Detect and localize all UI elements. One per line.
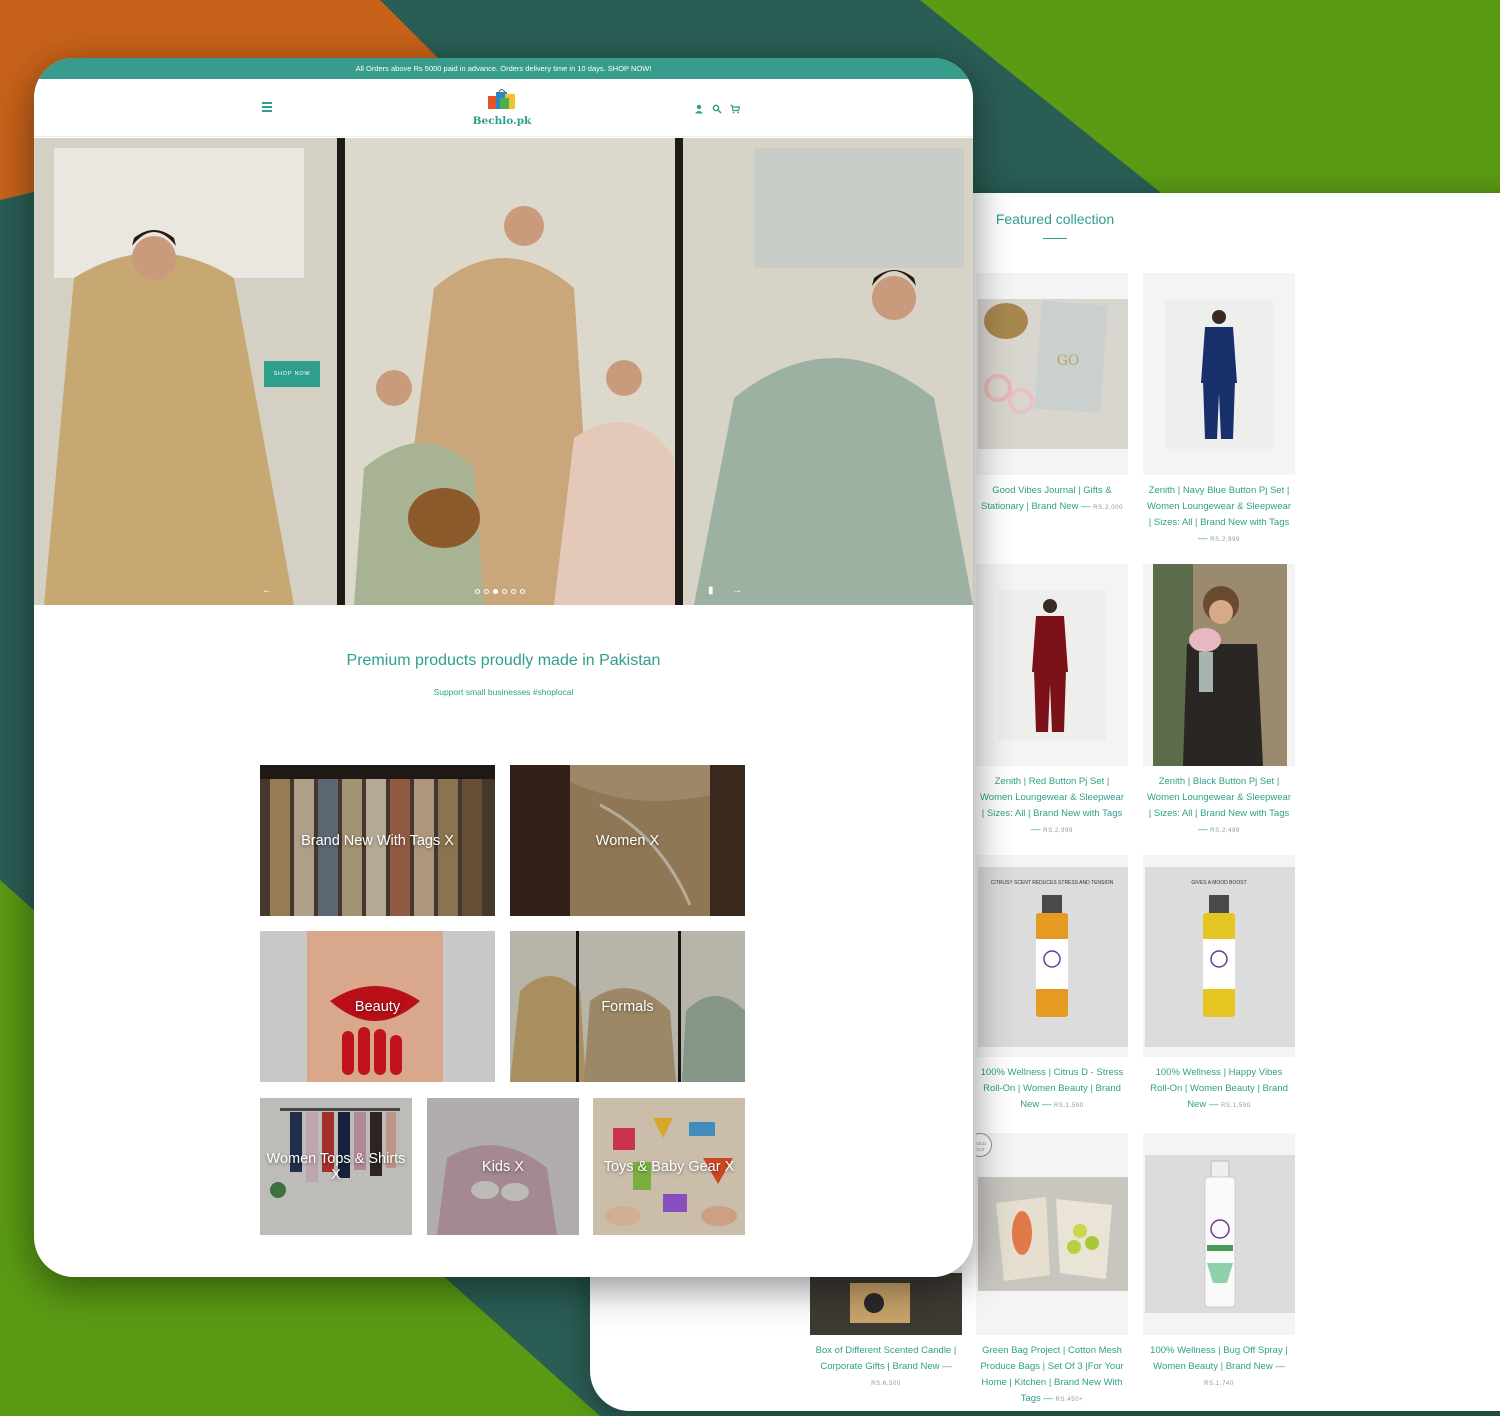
slide-dot[interactable]	[520, 589, 525, 594]
collection-tile[interactable]: Women Tops & Shirts X	[260, 1098, 412, 1235]
collection-label[interactable]: Formals	[510, 931, 745, 1082]
slide-dot[interactable]	[511, 589, 516, 594]
product-price: RS.6,500	[871, 1381, 901, 1387]
product-card[interactable]: Zenith | Navy Blue Button Pj Set | Women…	[1143, 273, 1295, 548]
product-image[interactable]: SOLD OUT	[976, 1133, 1128, 1335]
announcement-bar[interactable]: All Orders above Rs 5000 paid in advance…	[34, 58, 973, 79]
product-card[interactable]: CITRUSY SCENT REDUCES STRESS AND TENSION…	[976, 855, 1128, 1114]
product-title[interactable]: 100% Wellness | Happy Vibes Roll-On | Wo…	[1150, 1067, 1288, 1110]
product-card[interactable]: Zenith | Red Button Pj Set | Women Loung…	[976, 564, 1128, 839]
collection-label[interactable]: Toys & Baby Gear X	[593, 1098, 745, 1235]
collection-label[interactable]: Beauty	[260, 931, 495, 1082]
collection-label[interactable]: Brand New With Tags X	[260, 765, 495, 916]
collection-tile[interactable]: Beauty	[260, 931, 495, 1082]
product-price: RS.1,590	[1220, 1103, 1251, 1109]
product-image[interactable]	[976, 564, 1128, 766]
collection-tile[interactable]: Kids X	[427, 1098, 579, 1235]
product-title[interactable]: Zenith | Black Button Pj Set | Women Lou…	[1147, 776, 1291, 819]
product-image[interactable]: GO	[976, 273, 1128, 475]
header-icons	[694, 101, 741, 114]
collection-tile[interactable]: Brand New With Tags X	[260, 765, 495, 916]
shopping-bags-icon	[488, 89, 515, 109]
product-title[interactable]: 100% Wellness | Citrus D - Stress Roll-O…	[981, 1067, 1124, 1110]
collection-label[interactable]: Kids X	[427, 1098, 579, 1235]
product-price: RS.1,740	[1204, 1381, 1234, 1387]
slide-dot[interactable]	[502, 589, 507, 594]
pause-icon[interactable]: ▮	[708, 585, 714, 596]
collection-label[interactable]: Women Tops & Shirts X	[260, 1098, 412, 1235]
cart-icon[interactable]	[730, 101, 741, 114]
next-slide-arrow-icon[interactable]: →	[732, 585, 742, 596]
site-header: Bechlo.pk	[34, 79, 973, 137]
product-title[interactable]: Zenith | Navy Blue Button Pj Set | Women…	[1147, 485, 1291, 528]
tagline-heading: Premium products proudly made in Pakista…	[346, 652, 661, 669]
product-image[interactable]	[1143, 273, 1295, 475]
brand-name: Bechlo.pk	[472, 115, 532, 127]
product-card[interactable]: SOLD OUT Green Bag Project | Cotton Mesh…	[976, 1133, 1128, 1408]
product-image[interactable]	[1143, 564, 1295, 766]
collection-tile[interactable]: Toys & Baby Gear X	[593, 1098, 745, 1235]
search-icon[interactable]	[712, 101, 722, 114]
slide-dots	[475, 589, 525, 594]
hero-slideshow[interactable]: SHOP NOW ← ▮ →	[34, 138, 973, 605]
brand-logo[interactable]: Bechlo.pk	[472, 87, 532, 131]
menu-icon[interactable]	[262, 102, 272, 112]
slide-dot-active[interactable]	[493, 589, 498, 594]
collection-tile[interactable]: Formals	[510, 931, 745, 1082]
user-icon[interactable]	[694, 101, 704, 114]
featured-collection-title: Featured collection	[995, 211, 1115, 227]
shop-now-button[interactable]: SHOP NOW	[264, 361, 320, 387]
product-price: RS.2,000	[1093, 505, 1124, 511]
product-price: RS.2,999	[1043, 828, 1073, 834]
hero-image	[34, 138, 973, 605]
product-title[interactable]: 100% Wellness | Bug Off Spray | Women Be…	[1150, 1345, 1288, 1372]
product-price: RS.1,590	[1053, 1103, 1084, 1109]
storefront-panel: All Orders above Rs 5000 paid in advance…	[34, 58, 973, 1277]
slide-dot[interactable]	[484, 589, 489, 594]
prev-slide-arrow-icon[interactable]: ←	[262, 585, 272, 596]
product-image-caption: GIVES A MOOD BOOST	[1191, 880, 1247, 886]
product-title[interactable]: Zenith | Red Button Pj Set | Women Loung…	[980, 776, 1124, 819]
product-image[interactable]	[1143, 1133, 1295, 1335]
product-card[interactable]: GO Good Vibes Journal | Gifts & Stationa…	[976, 273, 1128, 516]
svg-text:GO: GO	[1057, 353, 1080, 369]
tagline-subtext: Support small businesses #shoplocal	[433, 687, 574, 697]
title-underline	[1043, 238, 1067, 239]
product-title[interactable]: Box of Different Scented Candle | Corpor…	[816, 1345, 957, 1372]
product-price: RS.2,499	[1210, 828, 1240, 834]
product-image[interactable]: GIVES A MOOD BOOST	[1143, 855, 1295, 1057]
slide-dot[interactable]	[475, 589, 480, 594]
product-image[interactable]: CITRUSY SCENT REDUCES STRESS AND TENSION	[976, 855, 1128, 1057]
collection-tile[interactable]: Women X	[510, 765, 745, 916]
product-image-caption: CITRUSY SCENT REDUCES STRESS AND TENSION	[990, 880, 1114, 886]
product-card[interactable]: GIVES A MOOD BOOST 100% Wellness | Happy…	[1143, 855, 1295, 1114]
product-price: RS.450+	[1055, 1397, 1084, 1403]
product-price: RS.2,999	[1210, 537, 1240, 543]
product-title[interactable]: Green Bag Project | Cotton Mesh Produce …	[980, 1345, 1123, 1404]
collection-label[interactable]: Women X	[510, 765, 745, 916]
product-card[interactable]: 100% Wellness | Bug Off Spray | Women Be…	[1143, 1133, 1295, 1392]
product-card[interactable]: Zenith | Black Button Pj Set | Women Lou…	[1143, 564, 1295, 839]
